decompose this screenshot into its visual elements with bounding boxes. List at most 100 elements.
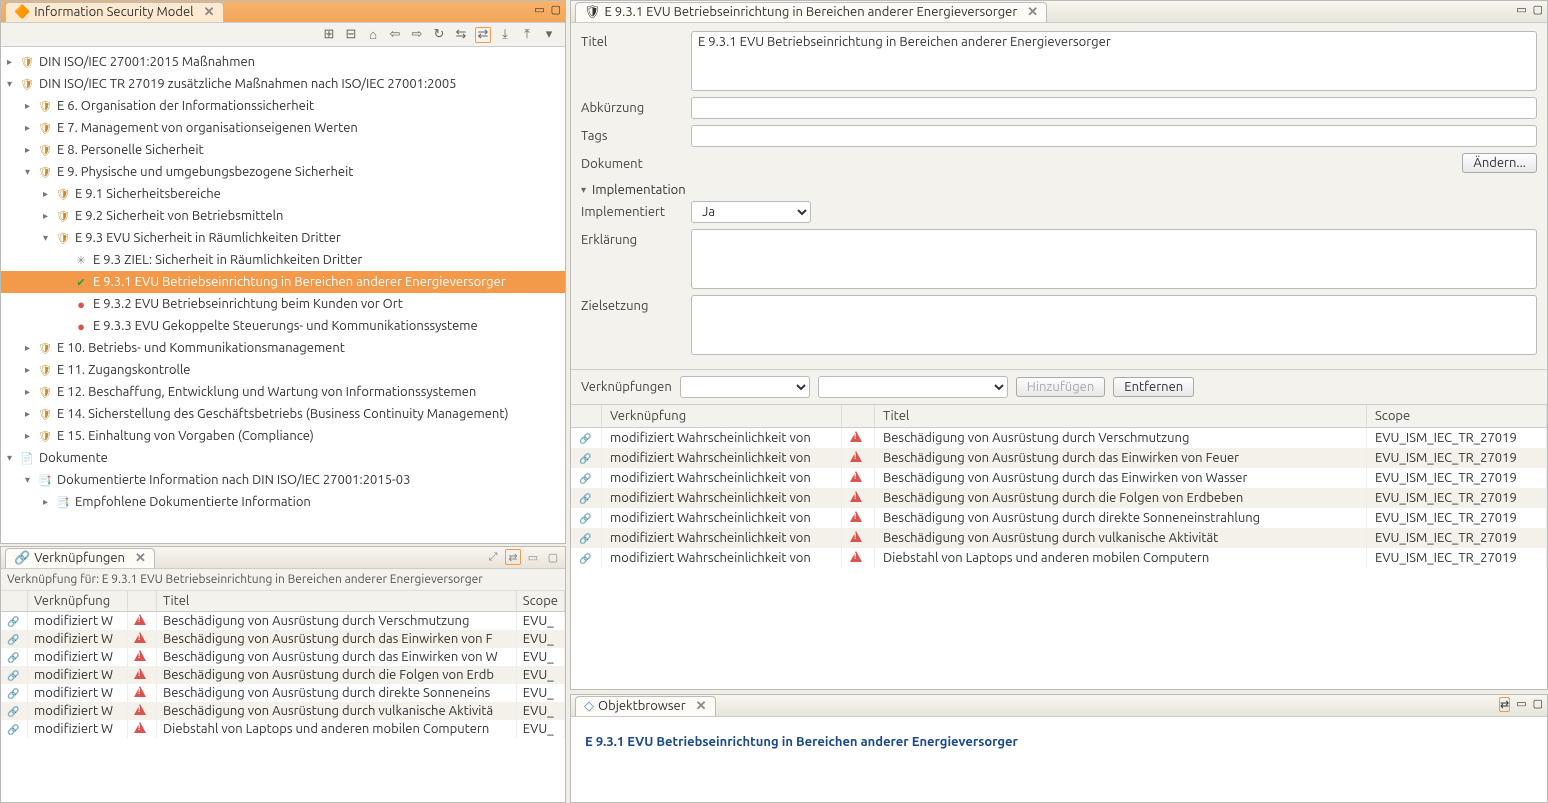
- tree-tab[interactable]: 🔶 Information Security Model ✕: [5, 2, 224, 22]
- close-icon[interactable]: ✕: [1027, 5, 1038, 20]
- tree-node[interactable]: ▾DIN ISO/IEC TR 27019 zusätzliche Maßnah…: [1, 73, 565, 95]
- tree-node[interactable]: ▸E 14. Sicherstellung des Geschäftsbetri…: [1, 403, 565, 425]
- table-row[interactable]: modifiziert Wahrscheinlichkeit vonBeschä…: [571, 468, 1547, 488]
- maximize-icon[interactable]: ▢: [1533, 3, 1543, 16]
- link-type-select[interactable]: [680, 376, 810, 398]
- col-verknuepfung[interactable]: Verknüpfung: [602, 405, 842, 428]
- tree-node[interactable]: ▾E 9. Physische und umgebungsbezogene Si…: [1, 161, 565, 183]
- tree-twisty[interactable]: ▸: [25, 100, 37, 112]
- maximize-icon[interactable]: ▢: [545, 549, 561, 565]
- link-sel-icon[interactable]: ⇄: [1499, 697, 1510, 712]
- home-icon[interactable]: ⌂: [365, 27, 381, 43]
- tree-node[interactable]: E 9.3.3 EVU Gekoppelte Steuerungs- und K…: [1, 315, 565, 337]
- tree-twisty[interactable]: ▸: [43, 188, 55, 200]
- tree-node[interactable]: E 9.3.1 EVU Betriebseinrichtung in Berei…: [1, 271, 565, 293]
- hinzufuegen-button[interactable]: Hinzufügen: [1016, 377, 1106, 397]
- filter-icon[interactable]: ▾: [541, 27, 557, 43]
- tree-twisty[interactable]: ▸: [25, 144, 37, 156]
- tree-view[interactable]: ▸DIN ISO/IEC 27001:2015 Maßnahmen▾DIN IS…: [1, 47, 565, 543]
- link-all-icon[interactable]: ⇄: [475, 27, 491, 43]
- table-row[interactable]: modifiziert WBeschädigung von Ausrüstung…: [1, 702, 565, 720]
- table-row[interactable]: modifiziert Wahrscheinlichkeit vonBeschä…: [571, 428, 1547, 449]
- tree-node[interactable]: ▸E 15. Einhaltung von Vorgaben (Complian…: [1, 425, 565, 447]
- tree-twisty[interactable]: ▾: [43, 232, 55, 244]
- table-row[interactable]: modifiziert WBeschädigung von Ausrüstung…: [1, 666, 565, 684]
- maximize-icon[interactable]: ▢: [551, 3, 561, 16]
- table-row[interactable]: modifiziert Wahrscheinlichkeit vonDiebst…: [571, 548, 1547, 568]
- tree-node[interactable]: ▸E 9.1 Sicherheitsbereiche: [1, 183, 565, 205]
- close-icon[interactable]: ✕: [135, 551, 146, 566]
- tree-node[interactable]: ▸E 12. Beschaffung, Entwicklung und Wart…: [1, 381, 565, 403]
- col-titel[interactable]: Titel: [875, 405, 1367, 428]
- zielsetzung-field[interactable]: [691, 295, 1537, 355]
- maximize-icon[interactable]: ▢: [1533, 697, 1543, 712]
- tree-twisty[interactable]: ▸: [25, 342, 37, 354]
- detail-link-table[interactable]: Verknüpfung Titel Scope modifiziert Wahr…: [571, 404, 1547, 689]
- links-small-tab[interactable]: 🔗 Verknüpfungen ✕: [5, 548, 155, 568]
- tree-node[interactable]: ▸Empfohlene Dokumentierte Information: [1, 491, 565, 513]
- objektbrowser-tab[interactable]: ◇ Objektbrowser ✕: [575, 696, 716, 716]
- abkuerzung-field[interactable]: [691, 97, 1537, 119]
- tree-node[interactable]: ▾Dokumentierte Information nach DIN ISO/…: [1, 469, 565, 491]
- table-row[interactable]: modifiziert Wahrscheinlichkeit vonBeschä…: [571, 448, 1547, 468]
- table-row[interactable]: modifiziert Wahrscheinlichkeit vonBeschä…: [571, 528, 1547, 548]
- col-scope[interactable]: Scope: [1367, 405, 1547, 428]
- tree-twisty[interactable]: ▾: [7, 78, 19, 90]
- close-icon[interactable]: ✕: [204, 5, 215, 20]
- implementation-section-header[interactable]: ▾ Implementation: [581, 179, 1537, 201]
- link-sel-icon[interactable]: ⇆: [453, 27, 469, 43]
- tree-node[interactable]: ▸DIN ISO/IEC 27001:2015 Maßnahmen: [1, 51, 565, 73]
- tree-node[interactable]: E 9.3.2 EVU Betriebseinrichtung beim Kun…: [1, 293, 565, 315]
- tree-twisty[interactable]: ▸: [43, 210, 55, 222]
- tags-field[interactable]: [691, 125, 1537, 147]
- tree-twisty[interactable]: ▾: [25, 166, 37, 178]
- minimize-icon[interactable]: ▭: [525, 549, 541, 565]
- table-row[interactable]: modifiziert Wahrscheinlichkeit vonBeschä…: [571, 508, 1547, 528]
- tree-twisty[interactable]: ▾: [7, 452, 19, 464]
- tree-twisty[interactable]: ▸: [25, 122, 37, 134]
- expand-icon[interactable]: ⤢: [485, 549, 501, 565]
- tree-twisty[interactable]: ▸: [25, 430, 37, 442]
- tree-node[interactable]: E 9.3 ZIEL: Sicherheit in Räumlichkeiten…: [1, 249, 565, 271]
- table-row[interactable]: modifiziert WBeschädigung von Ausrüstung…: [1, 612, 565, 631]
- col-verknuepfung[interactable]: Verknüpfung: [28, 591, 128, 612]
- col-scope[interactable]: Scope: [516, 591, 564, 612]
- tree-twisty[interactable]: ▸: [25, 364, 37, 376]
- col-titel[interactable]: Titel: [157, 591, 517, 612]
- tree-node[interactable]: ▸E 10. Betriebs- und Kommunikationsmanag…: [1, 337, 565, 359]
- minimize-icon[interactable]: ▭: [534, 3, 544, 16]
- table-row[interactable]: modifiziert WBeschädigung von Ausrüstung…: [1, 648, 565, 666]
- detail-tab[interactable]: 🛡 E 9.3.1 EVU Betriebseinrichtung in Ber…: [575, 2, 1047, 22]
- links-small-table[interactable]: Verknüpfung Titel Scope modifiziert WBes…: [1, 591, 565, 802]
- tree-twisty[interactable]: ▸: [43, 496, 55, 508]
- close-icon[interactable]: ✕: [696, 699, 707, 714]
- erklaerung-field[interactable]: [691, 229, 1537, 289]
- collapse-all-icon[interactable]: ⊟: [343, 27, 359, 43]
- import-icon[interactable]: ⤓: [497, 27, 513, 43]
- minimize-icon[interactable]: ▭: [1516, 697, 1526, 712]
- export-icon[interactable]: ⤒: [519, 27, 535, 43]
- minimize-icon[interactable]: ▭: [1516, 3, 1526, 16]
- aendern-button[interactable]: Ändern...: [1462, 153, 1537, 173]
- implementiert-select[interactable]: Ja: [691, 201, 811, 223]
- tree-twisty[interactable]: ▸: [7, 56, 19, 68]
- objektbrowser-link[interactable]: E 9.3.1 EVU Betriebseinrichtung in Berei…: [585, 735, 1018, 749]
- expand-all-icon[interactable]: ⊞: [321, 27, 337, 43]
- tree-node[interactable]: ▸E 6. Organisation der Informationssiche…: [1, 95, 565, 117]
- table-row[interactable]: modifiziert WDiebstahl von Laptops und a…: [1, 720, 565, 738]
- refresh-icon[interactable]: ↻: [431, 27, 447, 43]
- tree-node[interactable]: ▸E 9.2 Sicherheit von Betriebsmitteln: [1, 205, 565, 227]
- table-row[interactable]: modifiziert Wahrscheinlichkeit vonBeschä…: [571, 488, 1547, 508]
- table-row[interactable]: modifiziert WBeschädigung von Ausrüstung…: [1, 630, 565, 648]
- titel-field[interactable]: [691, 31, 1537, 91]
- tree-node[interactable]: ▸E 11. Zugangskontrolle: [1, 359, 565, 381]
- tree-node[interactable]: ▸E 7. Management von organisationseigene…: [1, 117, 565, 139]
- link-sel-icon[interactable]: ⇄: [505, 549, 521, 565]
- tree-twisty[interactable]: ▸: [25, 408, 37, 420]
- table-row[interactable]: modifiziert WBeschädigung von Ausrüstung…: [1, 684, 565, 702]
- tree-node[interactable]: ▾Dokumente: [1, 447, 565, 469]
- tree-twisty[interactable]: ▸: [25, 386, 37, 398]
- tree-node[interactable]: ▸E 8. Personelle Sicherheit: [1, 139, 565, 161]
- tree-twisty[interactable]: ▾: [25, 474, 37, 486]
- entfernen-button[interactable]: Entfernen: [1113, 377, 1194, 397]
